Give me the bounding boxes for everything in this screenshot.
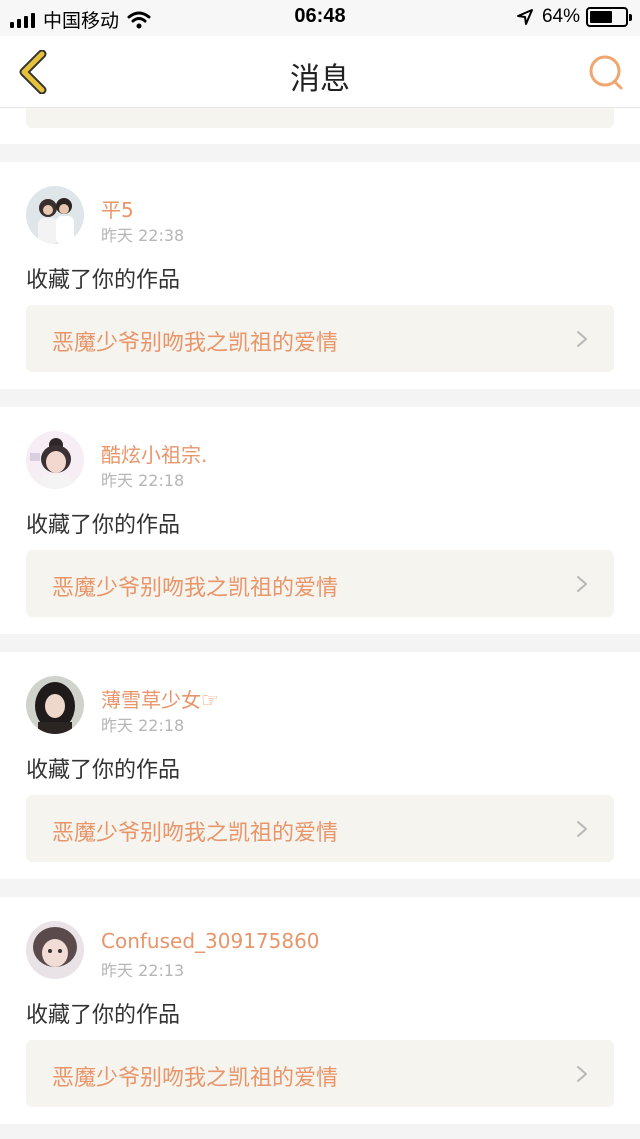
avatar[interactable]	[26, 431, 84, 489]
notification-card: 酷炫小祖宗. 昨天 22:18 收藏了你的作品 恶魔少爷别吻我之凯祖的爱情	[0, 407, 640, 634]
action-text: 收藏了你的作品	[26, 513, 181, 538]
work-link[interactable]: 恶魔少爷别吻我之凯祖的爱情	[26, 305, 614, 372]
battery-icon	[586, 7, 632, 27]
timestamp: 昨天 22:13	[101, 961, 185, 980]
avatar[interactable]	[26, 921, 84, 979]
action-text: 收藏了你的作品	[26, 268, 181, 293]
work-title: 恶魔少爷别吻我之凯祖的爱情	[52, 331, 339, 356]
status-bar: 中国移动 06:48 64%	[0, 0, 640, 36]
work-title: 恶魔少爷别吻我之凯祖的爱情	[52, 821, 339, 846]
work-link[interactable]: 恶魔少爷别吻我之凯祖的爱情	[26, 550, 614, 617]
work-title: 恶魔少爷别吻我之凯祖的爱情	[52, 1066, 339, 1091]
action-text: 收藏了你的作品	[26, 1003, 181, 1028]
timestamp: 昨天 22:18	[101, 471, 185, 490]
battery-percent: 64%	[541, 6, 580, 27]
timestamp: 昨天 22:18	[101, 716, 185, 735]
user-name[interactable]: 平5	[101, 194, 134, 223]
notification-card: Confused_309175860 昨天 22:13 收藏了你的作品 恶魔少爷…	[0, 897, 640, 1124]
timestamp: 昨天 22:38	[101, 226, 185, 245]
work-link[interactable]: 恶魔少爷别吻我之凯祖的爱情	[26, 1040, 614, 1107]
user-name[interactable]: 薄雪草少女☞	[101, 684, 219, 713]
user-name[interactable]: Confused_309175860	[101, 929, 320, 953]
work-title: 恶魔少爷别吻我之凯祖的爱情	[52, 576, 339, 601]
avatar[interactable]	[26, 186, 84, 244]
chevron-right-icon	[577, 576, 587, 592]
page-title: 消息	[290, 62, 350, 97]
status-right: 64%	[516, 6, 632, 28]
avatar[interactable]	[26, 676, 84, 734]
chevron-right-icon	[577, 821, 587, 837]
previous-card-stub	[0, 108, 640, 144]
previous-work-box	[26, 108, 614, 128]
user-name[interactable]: 酷炫小祖宗.	[101, 439, 207, 468]
chevron-right-icon	[577, 331, 587, 347]
battery-fill	[590, 11, 612, 23]
notification-card: 薄雪草少女☞ 昨天 22:18 收藏了你的作品 恶魔少爷别吻我之凯祖的爱情	[0, 652, 640, 879]
nav-bar: 消息	[0, 36, 640, 108]
chevron-right-icon	[577, 1066, 587, 1082]
action-text: 收藏了你的作品	[26, 758, 181, 783]
location-arrow-icon	[516, 9, 533, 25]
notification-card: 平5 昨天 22:38 收藏了你的作品 恶魔少爷别吻我之凯祖的爱情	[0, 162, 640, 389]
work-link[interactable]: 恶魔少爷别吻我之凯祖的爱情	[26, 795, 614, 862]
search-icon[interactable]	[586, 52, 626, 92]
